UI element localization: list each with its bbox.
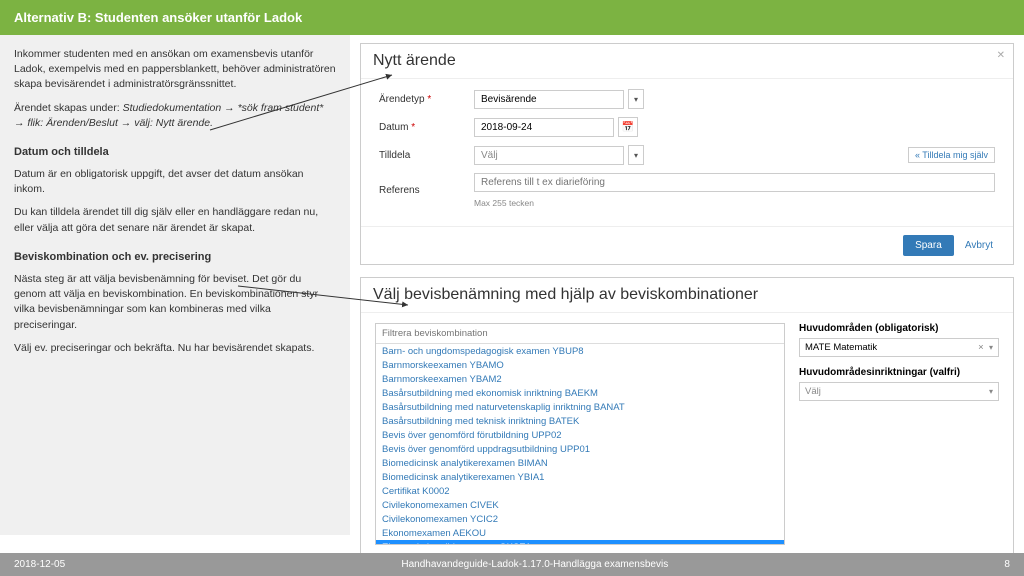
select-arendetyp[interactable]: Bevisärende — [474, 90, 624, 109]
list-column: Barn- och ungdomspedagogisk examen YBUP8… — [375, 323, 785, 545]
list-item[interactable]: Barnmorskeexamen YBAM2 — [376, 372, 784, 386]
list-item[interactable]: Barnmorskeexamen YBAMO — [376, 358, 784, 372]
footer-page: 8 — [1004, 559, 1010, 570]
close-icon[interactable]: ✕ — [997, 50, 1005, 61]
list-item[interactable]: Certifikat K0002 — [376, 484, 784, 498]
label-referens: Referens — [379, 185, 474, 196]
right-column: ✕ Nytt ärende Ärendetyp * Bevisärende ▾ … — [350, 35, 1024, 535]
list-item[interactable]: Biomedicinsk analytikerexamen YBIA1 — [376, 470, 784, 484]
para-bevis-1: Nästa steg är att välja bevisbenämning f… — [14, 272, 336, 333]
intro-text: Inkommer studenten med en ansökan om exa… — [14, 47, 336, 93]
header-title: Alternativ B: Studenten ansöker utanför … — [14, 10, 302, 25]
select-tilldela[interactable]: Välj — [474, 146, 624, 165]
label-arendetyp: Ärendetyp * — [379, 94, 474, 105]
caret-down-icon[interactable]: ▾ — [628, 89, 644, 109]
caret-down-icon[interactable]: ▾ — [989, 343, 993, 352]
hint-maxchars: Max 255 tecken — [474, 198, 995, 208]
para-datum-1: Datum är en obligatorisk uppgift, det av… — [14, 167, 336, 197]
para-bevis-2: Välj ev. preciseringar och bekräfta. Nu … — [14, 341, 336, 356]
save-button[interactable]: Spara — [903, 235, 954, 256]
caret-down-icon[interactable]: ▾ — [989, 387, 993, 396]
list-item[interactable]: Bevis över genomförd förutbildning UPP02 — [376, 428, 784, 442]
caret-down-icon[interactable]: ▾ — [628, 145, 644, 165]
input-datum[interactable] — [474, 118, 614, 137]
heading-datum: Datum och tilldela — [14, 145, 336, 161]
path-text: Ärendet skapas under: Studiedokumentatio… — [14, 101, 336, 131]
side-h1: Huvudområden (obligatorisk) — [799, 323, 999, 334]
select-inriktning[interactable]: Välj ▾ — [799, 382, 999, 401]
label-tilldela: Tilldela — [379, 150, 474, 161]
assign-self-button[interactable]: « Tilldela mig själv — [908, 147, 995, 163]
panel2-title: Välj bevisbenämning med hjälp av bevisko… — [361, 278, 1013, 313]
panel-beviskombination: Välj bevisbenämning med hjälp av bevisko… — [360, 277, 1014, 556]
list-item[interactable]: Ekonomie kandidatexamen GKSE1 — [376, 540, 784, 544]
list-item[interactable]: Ekonomexamen AEKOU — [376, 526, 784, 540]
side-column: Huvudområden (obligatorisk) MATE Matemat… — [799, 323, 999, 545]
slide-footer: 2018-12-05 Handhavandeguide-Ladok-1.17.0… — [0, 553, 1024, 576]
select-huvudomrade[interactable]: MATE Matematik × ▾ — [799, 338, 999, 357]
input-referens[interactable] — [474, 173, 995, 192]
filter-input[interactable] — [376, 324, 784, 344]
list-item[interactable]: Civilekonomexamen CIVEK — [376, 498, 784, 512]
panel-nytt-arende: ✕ Nytt ärende Ärendetyp * Bevisärende ▾ … — [360, 43, 1014, 265]
footer-date: 2018-12-05 — [14, 559, 65, 570]
panel1-title: Nytt ärende — [361, 44, 1013, 79]
side-h2: Huvudområdesinriktningar (valfri) — [799, 367, 999, 378]
list-item[interactable]: Barn- och ungdomspedagogisk examen YBUP8 — [376, 344, 784, 358]
clear-icon[interactable]: × — [978, 342, 984, 353]
footer-doc: Handhavandeguide-Ladok-1.17.0-Handlägga … — [401, 559, 668, 570]
list-item[interactable]: Basårsutbildning med ekonomisk inriktnin… — [376, 386, 784, 400]
label-datum: Datum * — [379, 122, 474, 133]
list-item[interactable]: Bevis över genomförd uppdragsutbildning … — [376, 442, 784, 456]
bevis-list[interactable]: Barn- och ungdomspedagogisk examen YBUP8… — [376, 344, 784, 544]
cancel-button[interactable]: Avbryt — [957, 235, 1001, 256]
list-item[interactable]: Basårsutbildning med teknisk inriktning … — [376, 414, 784, 428]
list-item[interactable]: Biomedicinsk analytikerexamen BIMAN — [376, 456, 784, 470]
para-datum-2: Du kan tilldela ärendet till dig själv e… — [14, 205, 336, 235]
slide-header: Alternativ B: Studenten ansöker utanför … — [0, 0, 1024, 35]
heading-bevis: Beviskombination och ev. precisering — [14, 250, 336, 266]
left-column: Inkommer studenten med en ansökan om exa… — [0, 35, 350, 535]
list-item[interactable]: Civilekonomexamen YCIC2 — [376, 512, 784, 526]
calendar-icon[interactable]: 📅 — [618, 117, 638, 137]
list-item[interactable]: Basårsutbildning med naturvetenskaplig i… — [376, 400, 784, 414]
